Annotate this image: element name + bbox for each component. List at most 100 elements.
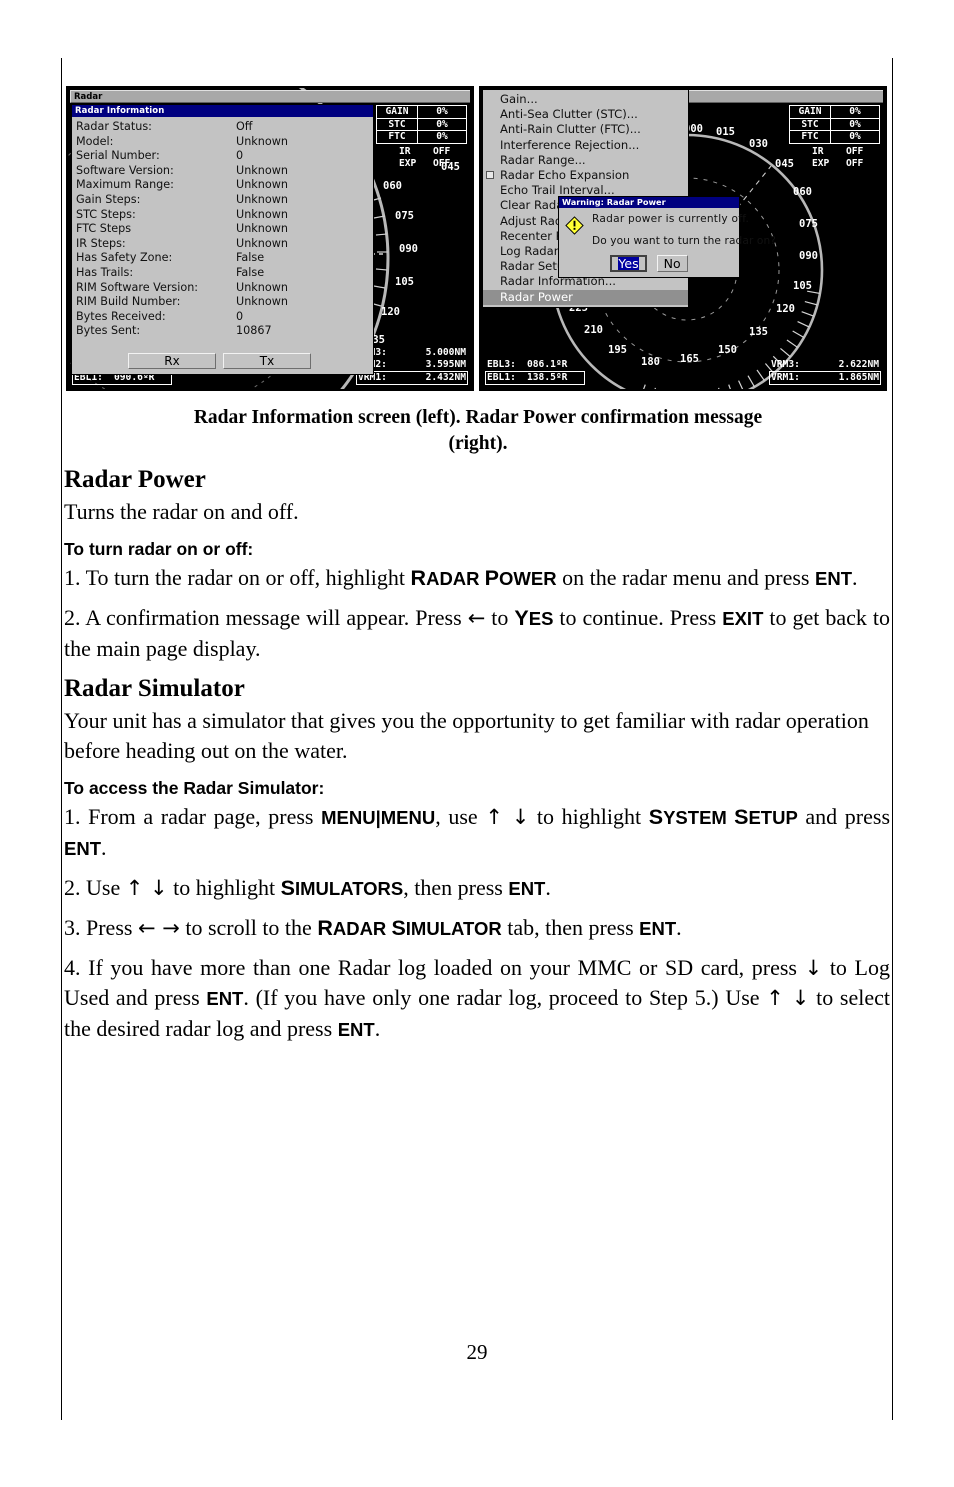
ebl-readout-group: EBL3: 086.1ºR EBL1: 138.5ºR — [485, 359, 585, 385]
ebl3-value: 086.1ºR — [527, 359, 568, 370]
menu-item-interference-rejection[interactable]: Interference Rejection... — [483, 138, 688, 153]
info-value: Off — [236, 120, 253, 133]
radar-info-buttons: Rx Tx — [128, 353, 311, 369]
hud-ftc-value: 0% — [417, 130, 467, 144]
menu-item-radar-echo-expansion[interactable]: Radar Echo Expansion — [483, 168, 688, 183]
hud-ir-value: OFF — [846, 146, 864, 157]
device-titlebar: Radar — [70, 90, 470, 103]
hud-ftc-key: FTC — [789, 130, 831, 144]
heading-radar-power: Radar Power — [64, 466, 206, 493]
subheading-access-radar-simulator: To access the Radar Simulator: — [64, 778, 325, 798]
dialog-body: Radar power is currently off. Do you wan… — [559, 208, 776, 272]
hud-exp-value: OFF — [433, 158, 451, 169]
info-label: RIM Software Version: — [76, 280, 199, 294]
info-row: Serial Number: 0 — [76, 149, 373, 164]
menu-item-anti-rain-clutter[interactable]: Anti-Rain Clutter (FTC)... — [483, 122, 688, 137]
ebl3-key: EBL3: — [487, 359, 516, 370]
info-value: False — [236, 251, 265, 265]
left-right-arrow-icon: ← → — [137, 916, 180, 940]
menu-item-anti-sea-clutter[interactable]: Anti-Sea Clutter (STC)... — [483, 107, 688, 122]
step1-text-a: 1. To turn the radar on or off, highligh… — [64, 565, 411, 590]
s1-text-e: . — [101, 835, 107, 860]
info-label: Has Safety Zone: — [76, 251, 173, 265]
figure-screenshots: 045 060 075 090 105 120 135 Radar GAIN 0… — [66, 86, 888, 391]
step1-text-b: on the radar menu and press — [556, 565, 815, 590]
s1-text-a: 1. From a radar page, press — [64, 804, 322, 829]
radar-information-window: Radar Information Radar Status: Off Model… — [71, 104, 374, 375]
step2-text-b: to — [485, 605, 515, 630]
s1-text-c: to highlight — [529, 804, 649, 829]
figure-caption-line2: (right). — [448, 433, 508, 454]
info-row: RIM Build Number: Unknown — [76, 295, 373, 310]
menu-item-radar-power[interactable]: Radar Power — [483, 289, 688, 305]
bearing-label: 105 — [793, 280, 812, 292]
info-value: 10867 — [236, 324, 272, 338]
info-label: Radar Status: — [76, 120, 152, 133]
tx-button[interactable]: Tx — [223, 353, 311, 369]
info-value: Unknown — [236, 280, 288, 294]
hud-gain-table: GAIN 0% STC 0% FTC 0% — [376, 105, 467, 144]
bearing-label: 210 — [584, 324, 603, 336]
info-row: FTC Steps Unknown — [76, 222, 373, 237]
radar-simulator-step-1: 1. From a radar page, press MENU|MENU, u… — [64, 802, 890, 864]
hud-stc-key: STC — [789, 117, 831, 131]
info-value: Unknown — [236, 178, 288, 192]
s2-text-d: . — [545, 875, 551, 900]
info-label: FTC Steps — [76, 222, 132, 236]
left-arrow-icon: ← — [467, 606, 486, 630]
bearing-label: 060 — [383, 180, 402, 192]
up-down-arrow-icon: ↑ ↓ — [485, 805, 530, 829]
menu-item-gain[interactable]: Gain... — [483, 92, 688, 107]
s2-text-b: to highlight — [167, 875, 281, 900]
info-value: Unknown — [236, 134, 288, 148]
yes-button[interactable]: Yes — [610, 255, 647, 272]
s3-text-b: to scroll to the — [179, 915, 318, 940]
s1-key-ent: ENT — [64, 838, 101, 859]
info-value: False — [236, 265, 265, 279]
no-button[interactable]: No — [656, 255, 688, 272]
info-label: Serial Number: — [76, 149, 160, 163]
info-value: 0 — [236, 149, 244, 163]
dialog-message-line1: Radar power is currently off. — [592, 213, 750, 225]
step2-key-exit: EXIT — [722, 608, 764, 629]
rx-button[interactable]: Rx — [128, 353, 216, 369]
bearing-label: 060 — [793, 186, 812, 198]
step2-text-c: to continue. Press — [553, 605, 723, 630]
bearing-label: 075 — [799, 218, 818, 230]
hud-ir-key: IR — [812, 146, 824, 157]
radar-information-rows: Radar Status: Off Model: Unknown Serial Nu… — [72, 117, 373, 339]
ebl1-value: 138.5ºR — [527, 372, 568, 383]
bearing-label: 105 — [395, 276, 414, 288]
s3-text-d: . — [676, 915, 682, 940]
s4-key-ent-1: ENT — [206, 988, 244, 1009]
figure-caption-line1: Radar Information screen (left). Radar P… — [193, 407, 763, 428]
step2-smallcaps-yes: YES — [514, 606, 554, 630]
radar-power-step-2: 2. A confirmation message will appear. P… — [64, 603, 890, 664]
radar-power-step-1: 1. To turn the radar on or off, highligh… — [64, 563, 890, 594]
hud-ir-key: IR — [399, 146, 411, 157]
vrm1-key: VRM1: — [771, 372, 800, 383]
s1-smallcaps-system-setup: SYSTEM SETUP — [648, 805, 798, 829]
step1-smallcaps: RADAR POWER — [410, 566, 557, 590]
info-row: Has Safety Zone: False — [76, 251, 373, 266]
bearing-label: 120 — [381, 306, 400, 318]
s1-key-menu-menu: MENU|MENU — [321, 807, 436, 828]
hud-gain-key: GAIN — [376, 105, 418, 119]
radar-power-dialog: Warning: Radar Power Radar power is curr… — [558, 196, 776, 278]
s3-text-c: tab, then press — [501, 915, 640, 940]
bearing-label: 150 — [718, 344, 737, 356]
menu-item-radar-range[interactable]: Radar Range... — [483, 153, 688, 168]
vrm1-value: 1.865NM — [838, 372, 879, 383]
step1-key-ent: ENT — [815, 568, 852, 589]
info-row: Radar Status: Off — [76, 120, 373, 135]
info-label: Gain Steps: — [76, 192, 141, 206]
info-value: 0 — [236, 309, 244, 323]
bearing-label: 135 — [749, 326, 768, 338]
info-label: Maximum Range: — [76, 178, 174, 192]
bearing-label: 120 — [776, 303, 795, 315]
hud-stc-value: 0% — [417, 117, 467, 131]
hud-ir-value: OFF — [433, 146, 451, 157]
page-number: 29 — [466, 1340, 488, 1364]
warning-triangle-icon — [565, 216, 584, 235]
info-row: Bytes Received: 0 — [76, 310, 373, 325]
